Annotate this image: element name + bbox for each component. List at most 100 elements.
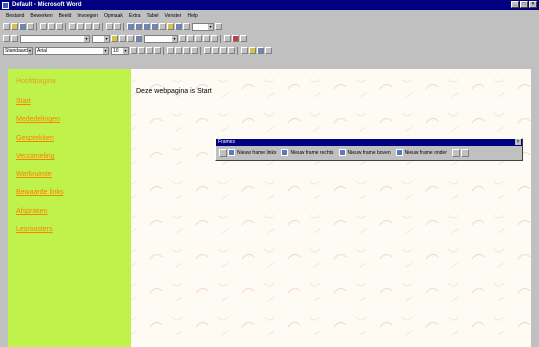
address-combo[interactable]: ▾ — [20, 34, 90, 43]
columns-icon[interactable] — [159, 23, 166, 30]
redo-icon[interactable] — [114, 23, 121, 30]
sidebar-item-announcements[interactable]: Mededelingen — [16, 116, 60, 123]
border-icon[interactable] — [241, 47, 248, 54]
zoom-combo[interactable]: ▾ — [192, 22, 214, 31]
underline-icon[interactable] — [154, 47, 161, 54]
checkbox-control-icon[interactable] — [127, 35, 134, 42]
menu-format[interactable]: Opmaak — [104, 13, 123, 19]
numbering-icon[interactable] — [204, 47, 211, 54]
justify-icon[interactable] — [191, 47, 198, 54]
menu-view[interactable]: Beeld — [59, 13, 72, 19]
new-frame-below-button[interactable]: Nieuw frame onder — [395, 149, 447, 156]
increase-indent-icon[interactable] — [228, 47, 235, 54]
menu-edit[interactable]: Bewerken — [30, 13, 52, 19]
sidebar-item-collection[interactable]: Verzameling — [16, 153, 55, 160]
sidebar-item-workspace[interactable]: Werkruimte — [16, 171, 52, 178]
control-icon-4[interactable] — [203, 35, 210, 42]
small-combo[interactable]: ▾ — [92, 34, 110, 43]
frame-right-icon — [281, 149, 289, 156]
print-icon[interactable] — [40, 23, 47, 30]
pen-icon[interactable] — [3, 35, 10, 42]
formatting-toolbar: Standaard ▾ Arial ▾ 10 ▾ — [0, 45, 539, 56]
frame-below-icon — [395, 149, 403, 156]
decrease-indent-icon[interactable] — [220, 47, 227, 54]
highlight-color-icon[interactable] — [249, 47, 256, 54]
standard-toolbar: ▾ — [0, 21, 539, 32]
sidebar-frame: Hoofdpagina Start Mededelingen Gesprekke… — [8, 69, 131, 347]
minimize-button[interactable]: _ — [511, 1, 519, 8]
sidebar-item-appointments[interactable]: Afspraken — [16, 208, 48, 215]
bold-script-icon[interactable] — [224, 35, 231, 42]
align-center-icon[interactable] — [175, 47, 182, 54]
style-combo[interactable]: Standaard ▾ — [3, 46, 33, 55]
highlight-icon[interactable] — [111, 35, 118, 42]
menu-window[interactable]: Venster — [165, 13, 182, 19]
control-combo[interactable]: ▾ — [144, 34, 178, 43]
new-frame-above-button[interactable]: Nieuw frame boven — [338, 149, 391, 156]
frames-toolbar-close-button[interactable]: × — [515, 139, 521, 145]
cut-icon[interactable] — [69, 23, 76, 30]
maximize-button[interactable]: □ — [520, 1, 528, 8]
font-combo[interactable]: Arial ▾ — [35, 46, 109, 55]
frame-properties-icon[interactable] — [460, 148, 469, 157]
print-preview-icon[interactable] — [48, 23, 55, 30]
undo-icon[interactable] — [106, 23, 113, 30]
menu-file[interactable]: Bestand — [6, 13, 24, 19]
tables-borders-icon[interactable] — [135, 23, 142, 30]
frames-toolbar-title: Frames — [218, 139, 235, 145]
menu-table[interactable]: Tabel — [147, 13, 159, 19]
grow-font-icon[interactable] — [130, 47, 137, 54]
form-icon[interactable] — [119, 35, 126, 42]
word-app-icon[interactable] — [2, 1, 9, 9]
frames-toolbar-titlebar[interactable]: Frames × — [216, 139, 522, 146]
document-map-icon[interactable] — [175, 23, 182, 30]
italic-icon[interactable] — [146, 47, 153, 54]
menu-insert[interactable]: Invoegen — [77, 13, 98, 19]
menu-help[interactable]: Help — [187, 13, 197, 19]
sidebar-item-start[interactable]: Start — [16, 98, 31, 105]
font-size-combo[interactable]: 10 ▾ — [111, 46, 129, 55]
more-buttons-icon[interactable] — [265, 47, 272, 54]
new-frame-left-button[interactable]: Nieuw frame links — [228, 149, 276, 156]
close-button[interactable]: × — [529, 1, 537, 8]
insert-excel-icon[interactable] — [151, 23, 158, 30]
bullets-icon[interactable] — [212, 47, 219, 54]
insert-table-icon[interactable] — [143, 23, 150, 30]
save-icon[interactable] — [19, 23, 26, 30]
font-value: Arial — [37, 47, 48, 54]
menu-tools[interactable]: Extra — [129, 13, 141, 19]
frames-floating-toolbar[interactable]: Frames × Nieuw frame links Nieuw frame r… — [215, 138, 523, 161]
delete-frame-icon[interactable] — [451, 148, 460, 157]
font-color-icon[interactable] — [257, 47, 264, 54]
document-body-text: Deze webpagina is Start — [136, 88, 212, 95]
bold-icon[interactable] — [138, 47, 145, 54]
new-frame-right-button[interactable]: Nieuw frame rechts — [281, 149, 334, 156]
drawing-icon[interactable] — [167, 23, 174, 30]
align-left-icon[interactable] — [167, 47, 174, 54]
control-icon-5[interactable] — [211, 35, 218, 42]
copy-icon[interactable] — [77, 23, 84, 30]
sidebar-item-schedules[interactable]: Lesroosters — [16, 226, 53, 233]
sidebar-item-home[interactable]: Hoofdpagina — [16, 78, 56, 85]
refresh-icon[interactable] — [240, 35, 247, 42]
sidebar-item-saved-links[interactable]: Bewaarde links — [16, 189, 63, 196]
format-painter-icon[interactable] — [93, 23, 100, 30]
document-area[interactable]: Hoofdpagina Start Mededelingen Gesprekke… — [8, 69, 531, 347]
control-icon-1[interactable] — [179, 35, 186, 42]
control-icon-2[interactable] — [187, 35, 194, 42]
stop-icon[interactable] — [232, 35, 239, 42]
align-right-icon[interactable] — [183, 47, 190, 54]
help-icon[interactable] — [215, 23, 222, 30]
paste-icon[interactable] — [85, 23, 92, 30]
hyperlink-icon[interactable] — [127, 23, 134, 30]
table-of-contents-frame-icon[interactable] — [219, 148, 227, 157]
open-folder-icon[interactable] — [11, 23, 18, 30]
search-icon[interactable] — [11, 35, 18, 42]
control-icon-3[interactable] — [195, 35, 202, 42]
frames-icon[interactable] — [135, 35, 142, 42]
show-hide-icon[interactable] — [183, 23, 190, 30]
web-page-preview-icon[interactable] — [27, 23, 34, 30]
spelling-icon[interactable] — [56, 23, 63, 30]
new-document-icon[interactable] — [3, 23, 10, 30]
sidebar-item-discussions[interactable]: Gesprekken — [16, 135, 54, 142]
